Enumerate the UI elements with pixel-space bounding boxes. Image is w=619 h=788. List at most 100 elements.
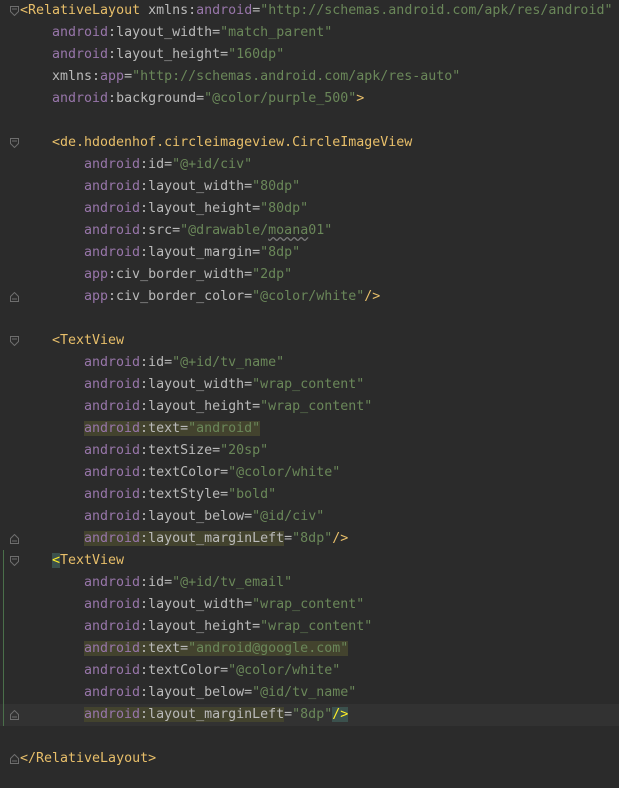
code-token: = bbox=[220, 663, 229, 678]
code-line[interactable]: android:layout_margin="8dp" bbox=[0, 242, 619, 264]
code-text: android:textStyle="bold" bbox=[20, 484, 276, 506]
code-line[interactable] bbox=[0, 308, 619, 330]
code-text: android:text="android@google.com" bbox=[20, 638, 349, 660]
highlighted-text: android:text="android@google.com" bbox=[84, 641, 349, 656]
code-token: = bbox=[164, 575, 173, 590]
code-line[interactable]: android:textColor="@color/white" bbox=[0, 462, 619, 484]
code-line[interactable]: android:textColor="@color/white" bbox=[0, 660, 619, 682]
code-token: android bbox=[52, 91, 109, 106]
code-token: : bbox=[140, 443, 149, 458]
code-token: android bbox=[84, 157, 141, 172]
code-token: : bbox=[140, 245, 149, 260]
code-token: "@color/white" bbox=[252, 289, 365, 304]
code-token: "80dp" bbox=[252, 179, 301, 194]
code-line[interactable]: <RelativeLayout xmlns:android="http://sc… bbox=[0, 0, 619, 22]
code-token: : bbox=[92, 69, 101, 84]
code-line[interactable]: android:layout_height="wrap_content" bbox=[0, 616, 619, 638]
code-token: = bbox=[180, 641, 189, 656]
code-token: layout_below bbox=[148, 685, 245, 700]
code-text: android:textSize="20sp" bbox=[20, 440, 268, 462]
code-text: android:layout_height="80dp" bbox=[20, 198, 308, 220]
code-line[interactable]: android:text="android@google.com" bbox=[0, 638, 619, 660]
code-token: civ_border_width bbox=[116, 267, 245, 282]
code-token: : bbox=[140, 663, 149, 678]
code-line[interactable]: android:textStyle="bold" bbox=[0, 484, 619, 506]
code-token: : bbox=[188, 3, 197, 18]
code-line[interactable]: android:layout_height="wrap_content" bbox=[0, 396, 619, 418]
code-line[interactable]: </RelativeLayout> bbox=[0, 748, 619, 770]
code-line[interactable]: <de.hdodenhof.circleimageview.CircleImag… bbox=[0, 132, 619, 154]
code-token: = bbox=[196, 91, 205, 106]
fold-open-icon[interactable] bbox=[10, 0, 19, 22]
code-line[interactable]: android:id="@+id/civ" bbox=[0, 154, 619, 176]
code-text: android:layout_marginLeft="8dp"/> bbox=[20, 528, 348, 550]
code-line[interactable]: app:civ_border_color="@color/white"/> bbox=[0, 286, 619, 308]
code-line[interactable]: android:layout_height="160dp" bbox=[0, 44, 619, 66]
code-token: "80dp" bbox=[260, 201, 309, 216]
code-line[interactable]: android:src="@drawable/moana01" bbox=[0, 220, 619, 242]
code-token: android bbox=[84, 443, 141, 458]
code-line[interactable]: xmlns:app="http://schemas.android.com/ap… bbox=[0, 66, 619, 88]
fold-close-icon[interactable] bbox=[10, 286, 19, 308]
code-line[interactable]: android:layout_marginLeft="8dp"/> bbox=[0, 528, 619, 550]
code-line[interactable]: android:layout_height="80dp" bbox=[0, 198, 619, 220]
fold-close-icon[interactable] bbox=[10, 704, 19, 726]
bracket-match: /> bbox=[332, 707, 349, 722]
code-token: layout_height bbox=[116, 47, 221, 62]
code-token: "@+id/tv_name" bbox=[172, 355, 285, 370]
fold-open-icon[interactable] bbox=[10, 330, 19, 352]
code-line[interactable]: android:layout_width="match_parent" bbox=[0, 22, 619, 44]
code-token: android bbox=[84, 597, 141, 612]
code-line[interactable]: android:layout_width="wrap_content" bbox=[0, 374, 619, 396]
code-line[interactable]: android:id="@+id/tv_name" bbox=[0, 352, 619, 374]
code-token: 01" bbox=[308, 223, 333, 238]
code-token: = bbox=[172, 223, 181, 238]
code-line[interactable]: android:layout_below="@id/civ" bbox=[0, 506, 619, 528]
code-token: = bbox=[244, 377, 253, 392]
code-line[interactable]: android:id="@+id/tv_email" bbox=[0, 572, 619, 594]
code-token: layout_width bbox=[148, 179, 245, 194]
code-line[interactable] bbox=[0, 726, 619, 748]
code-token: android bbox=[84, 619, 141, 634]
code-token: "wrap_content" bbox=[260, 399, 373, 414]
code-line[interactable]: android:layout_below="@id/tv_name" bbox=[0, 682, 619, 704]
code-editor[interactable]: <RelativeLayout xmlns:android="http://sc… bbox=[0, 0, 619, 788]
code-line[interactable]: app:civ_border_width="2dp" bbox=[0, 264, 619, 286]
code-token: : bbox=[108, 91, 117, 106]
fold-open-icon[interactable] bbox=[10, 132, 19, 154]
code-token: : bbox=[108, 289, 117, 304]
code-token: android bbox=[84, 399, 141, 414]
code-line[interactable]: android:layout_width="wrap_content" bbox=[0, 594, 619, 616]
code-text: <RelativeLayout xmlns:android="http://sc… bbox=[20, 0, 612, 22]
code-line[interactable]: android:text="android" bbox=[0, 418, 619, 440]
code-line[interactable]: android:layout_width="80dp" bbox=[0, 176, 619, 198]
code-token: = bbox=[252, 201, 261, 216]
code-token: = bbox=[244, 267, 253, 282]
code-token: : bbox=[140, 223, 149, 238]
code-token: = bbox=[284, 531, 293, 546]
code-token: > bbox=[356, 91, 365, 106]
code-token: "@color/white" bbox=[228, 465, 341, 480]
code-token: text bbox=[148, 421, 181, 436]
code-text: android:background="@color/purple_500"> bbox=[20, 88, 364, 110]
fold-close-icon[interactable] bbox=[10, 748, 19, 770]
code-token: "20sp" bbox=[220, 443, 269, 458]
code-line[interactable]: android:background="@color/purple_500"> bbox=[0, 88, 619, 110]
code-line[interactable]: android:textSize="20sp" bbox=[0, 440, 619, 462]
code-token: : bbox=[140, 487, 149, 502]
code-line[interactable] bbox=[0, 110, 619, 132]
code-token: "8dp" bbox=[292, 531, 333, 546]
code-token: TextView bbox=[60, 553, 125, 568]
code-token: : bbox=[140, 399, 149, 414]
code-line[interactable]: <TextView bbox=[0, 330, 619, 352]
code-token: background bbox=[116, 91, 197, 106]
fold-close-icon[interactable] bbox=[10, 528, 19, 550]
code-token: : bbox=[140, 509, 149, 524]
code-token: layout_height bbox=[148, 201, 253, 216]
code-line[interactable]: android:layout_marginLeft="8dp"/> bbox=[0, 704, 619, 726]
code-token: civ_border_color bbox=[116, 289, 245, 304]
code-token: textColor bbox=[148, 663, 221, 678]
code-line[interactable]: <TextView bbox=[0, 550, 619, 572]
code-token: layout_below bbox=[148, 509, 245, 524]
fold-open-icon[interactable] bbox=[10, 550, 19, 572]
